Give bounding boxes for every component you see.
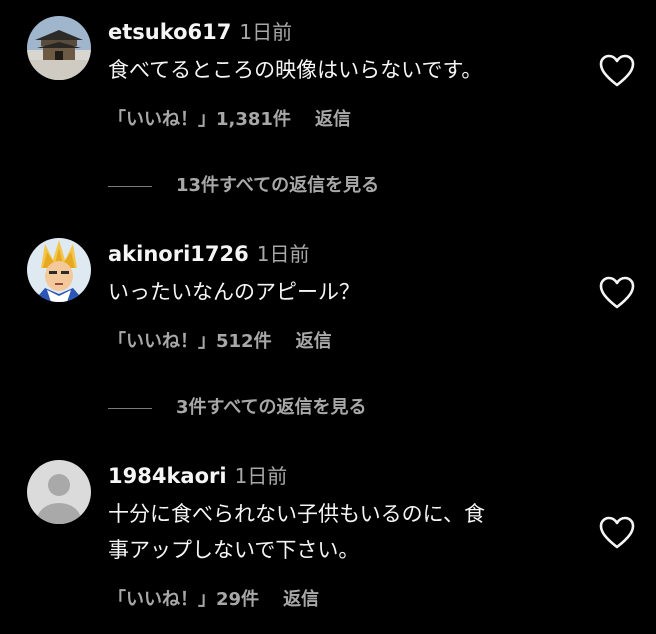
username[interactable]: 1984kaori xyxy=(108,464,227,488)
heart-outline-icon[interactable] xyxy=(598,515,636,551)
timestamp: 1日前 xyxy=(234,464,288,488)
temple-photo-avatar[interactable] xyxy=(27,16,91,80)
comment-text: 十分に食べられない子供もいるのに、食 事アップしないで下さい。 xyxy=(108,496,588,568)
timestamp: 1日前 xyxy=(239,20,293,44)
divider-line xyxy=(108,185,152,187)
comment-meta: 「いいね！」29件 返信 xyxy=(108,586,319,614)
comment-text: いったいなんのアピール？ xyxy=(108,280,360,304)
view-replies-label: 13件すべての返信を見る xyxy=(176,175,380,196)
like-count[interactable]: 「いいね！」512件 xyxy=(108,331,272,352)
comment-meta: 「いいね！」1,381件 返信 xyxy=(108,106,351,134)
comment-text-line: 十分に食べられない子供もいるのに、食 xyxy=(108,502,485,526)
timestamp: 1日前 xyxy=(256,242,310,266)
reply-button[interactable]: 返信 xyxy=(283,589,319,610)
view-replies-button[interactable]: 13件すべての返信を見る xyxy=(108,172,379,200)
comment-text: 食べてるところの映像はいらないです。 xyxy=(108,58,483,82)
reply-button[interactable]: 返信 xyxy=(315,109,351,130)
view-replies-button[interactable]: 3件すべての返信を見る xyxy=(108,394,367,422)
heart-outline-icon[interactable] xyxy=(598,53,636,89)
like-count[interactable]: 「いいね！」1,381件 xyxy=(108,109,291,130)
username[interactable]: akinori1726 xyxy=(108,242,249,266)
username[interactable]: etsuko617 xyxy=(108,20,231,44)
comment-text-line: 事アップしないで下さい。 xyxy=(108,538,360,562)
reply-button[interactable]: 返信 xyxy=(296,331,332,352)
heart-outline-icon[interactable] xyxy=(598,275,636,311)
like-count[interactable]: 「いいね！」29件 xyxy=(108,589,259,610)
view-replies-label: 3件すべての返信を見る xyxy=(176,397,367,418)
divider-line xyxy=(108,407,152,409)
anime-character-avatar[interactable] xyxy=(27,238,91,302)
default-user-avatar[interactable] xyxy=(27,460,91,524)
comment-meta: 「いいね！」512件 返信 xyxy=(108,328,332,356)
